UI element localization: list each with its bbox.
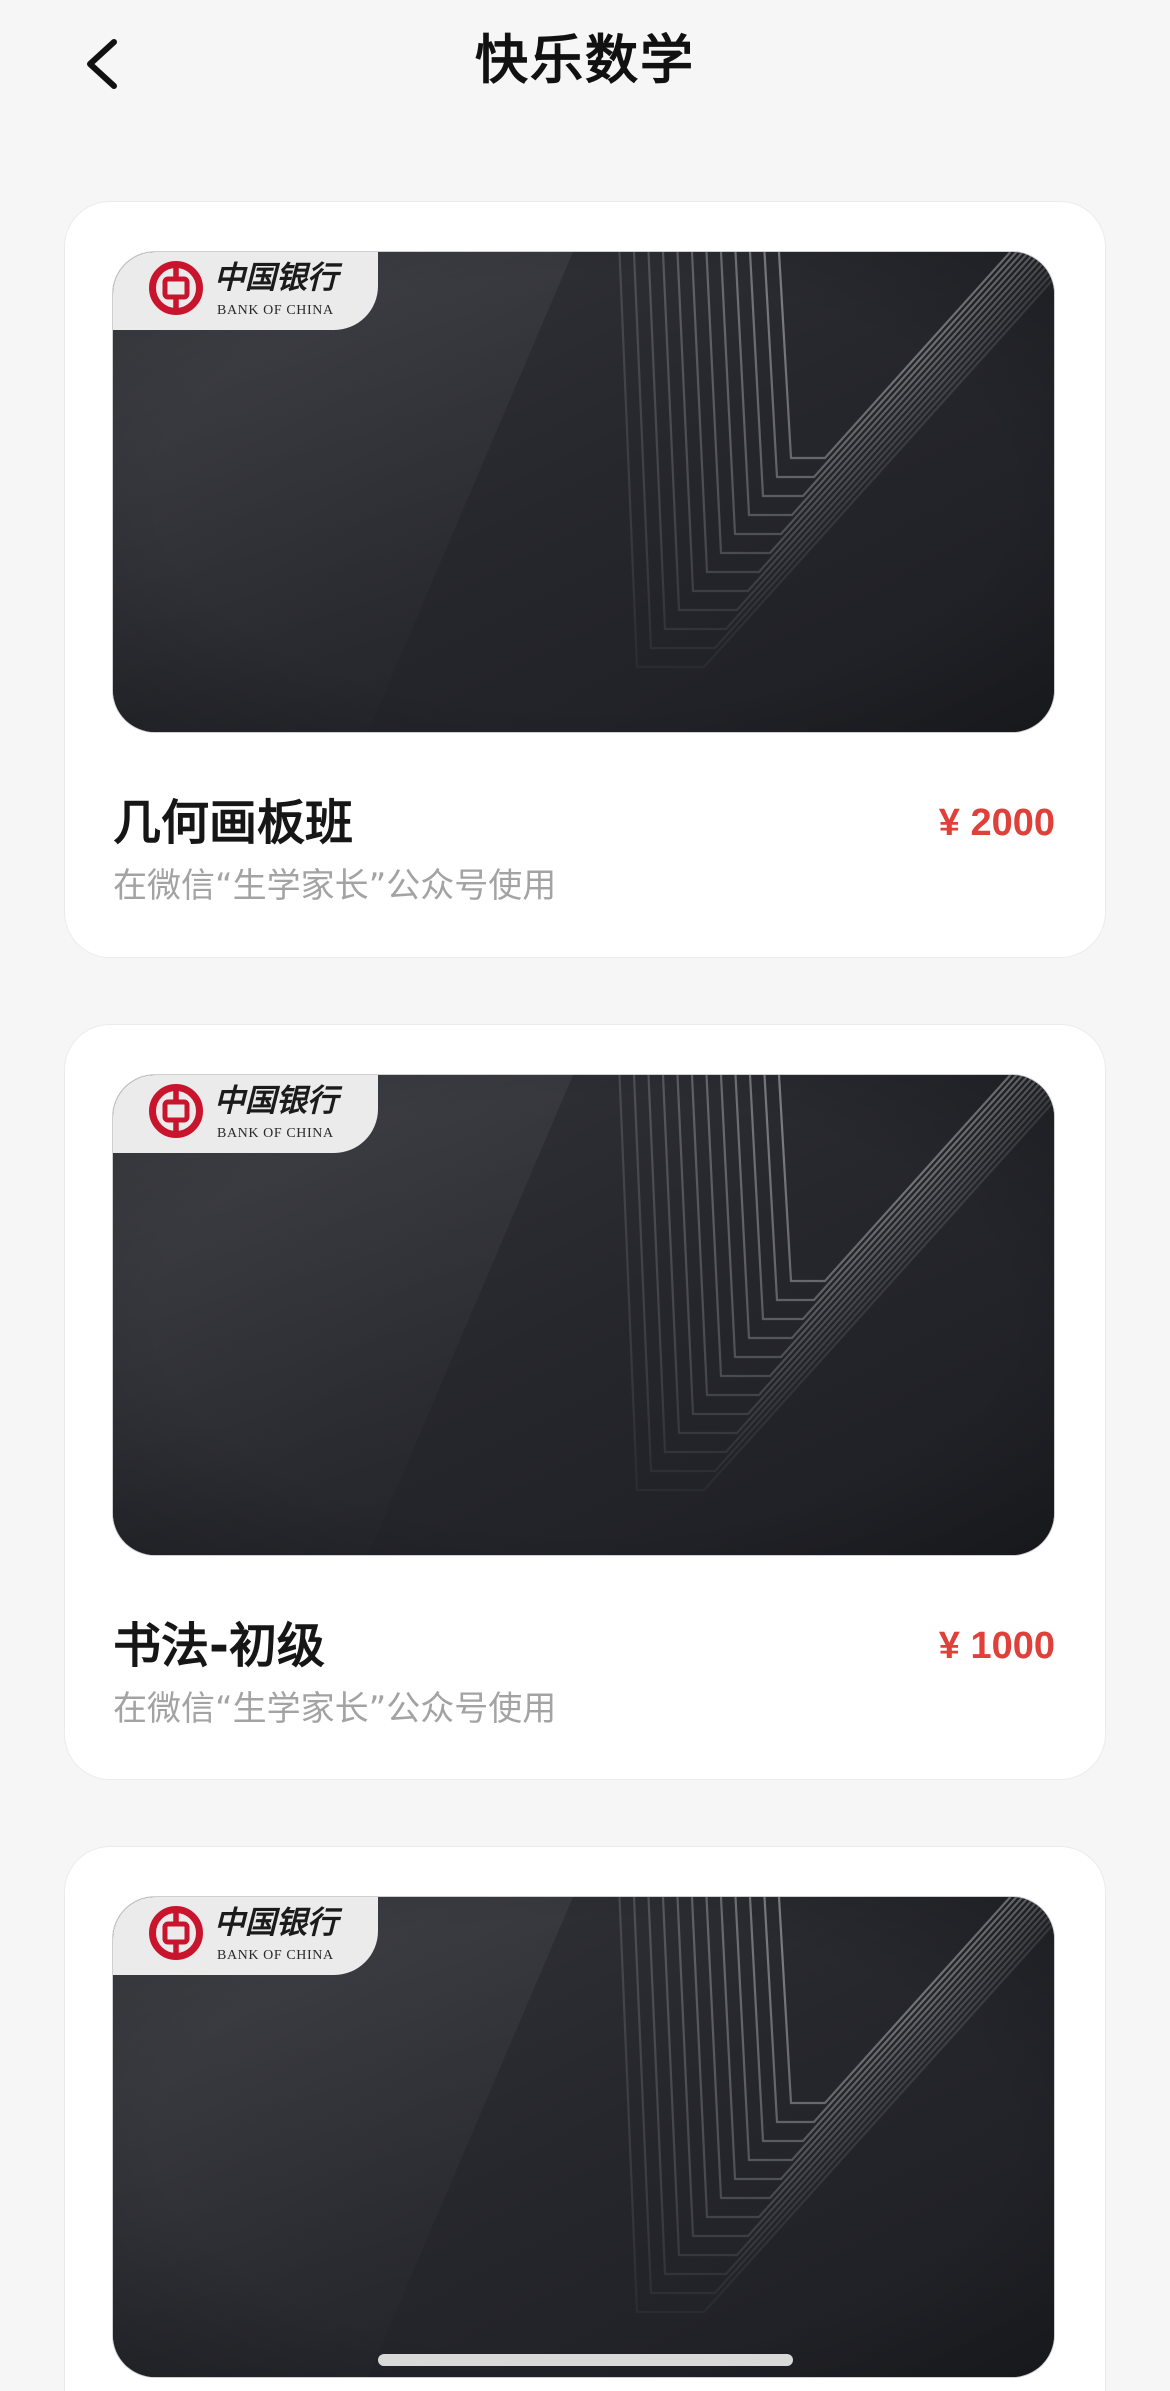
card-title: 几何画板班 <box>113 795 354 851</box>
logo-square <box>162 1921 190 1945</box>
home-indicator[interactable] <box>378 2354 793 2366</box>
card-subtitle: 在微信“生学家长”公众号使用 <box>113 1689 557 1729</box>
nav-header: 快乐数学 <box>0 0 1170 130</box>
bank-name-cn: 中国银行 <box>214 1083 338 1119</box>
bank-name-cn: 中国银行 <box>214 1905 338 1941</box>
card-image: 中国银行 BANK OF CHINA <box>113 252 1054 732</box>
card-image: 中国银行 BANK OF CHINA <box>113 1075 1054 1555</box>
bank-logo-tab: 中国银行 BANK OF CHINA <box>113 1897 378 1975</box>
bank-of-china-logo-icon <box>149 261 203 315</box>
logo-square <box>162 276 190 300</box>
course-card[interactable]: 中国银行 BANK OF CHINA <box>64 1846 1106 2391</box>
bank-logo-tab: 中国银行 BANK OF CHINA <box>113 252 378 330</box>
bank-of-china-logo-icon <box>149 1906 203 1960</box>
card-title: 书法-初级 <box>113 1618 325 1674</box>
bank-name-en: BANK OF CHINA <box>217 303 334 318</box>
bank-name-en: BANK OF CHINA <box>217 1948 334 1963</box>
bank-name-en: BANK OF CHINA <box>217 1126 334 1141</box>
card-subtitle: 在微信“生学家长”公众号使用 <box>113 866 557 906</box>
card-image: 中国银行 BANK OF CHINA <box>113 1897 1054 2377</box>
logo-square <box>162 1099 190 1123</box>
card-price: ¥ 1000 <box>938 1625 1055 1667</box>
bank-logo-tab: 中国银行 BANK OF CHINA <box>113 1075 378 1153</box>
card-price: ¥ 2000 <box>938 802 1055 844</box>
course-card[interactable]: 中国银行 BANK OF CHINA 几何画板班 ¥ 2000 在微信“生学家长… <box>64 201 1106 958</box>
page-title: 快乐数学 <box>475 30 695 91</box>
bank-name-cn: 中国银行 <box>214 260 338 296</box>
course-card[interactable]: 中国银行 BANK OF CHINA 书法-初级 ¥ 1000 在微信“生学家长… <box>64 1024 1106 1780</box>
bank-of-china-logo-icon <box>149 1084 203 1138</box>
